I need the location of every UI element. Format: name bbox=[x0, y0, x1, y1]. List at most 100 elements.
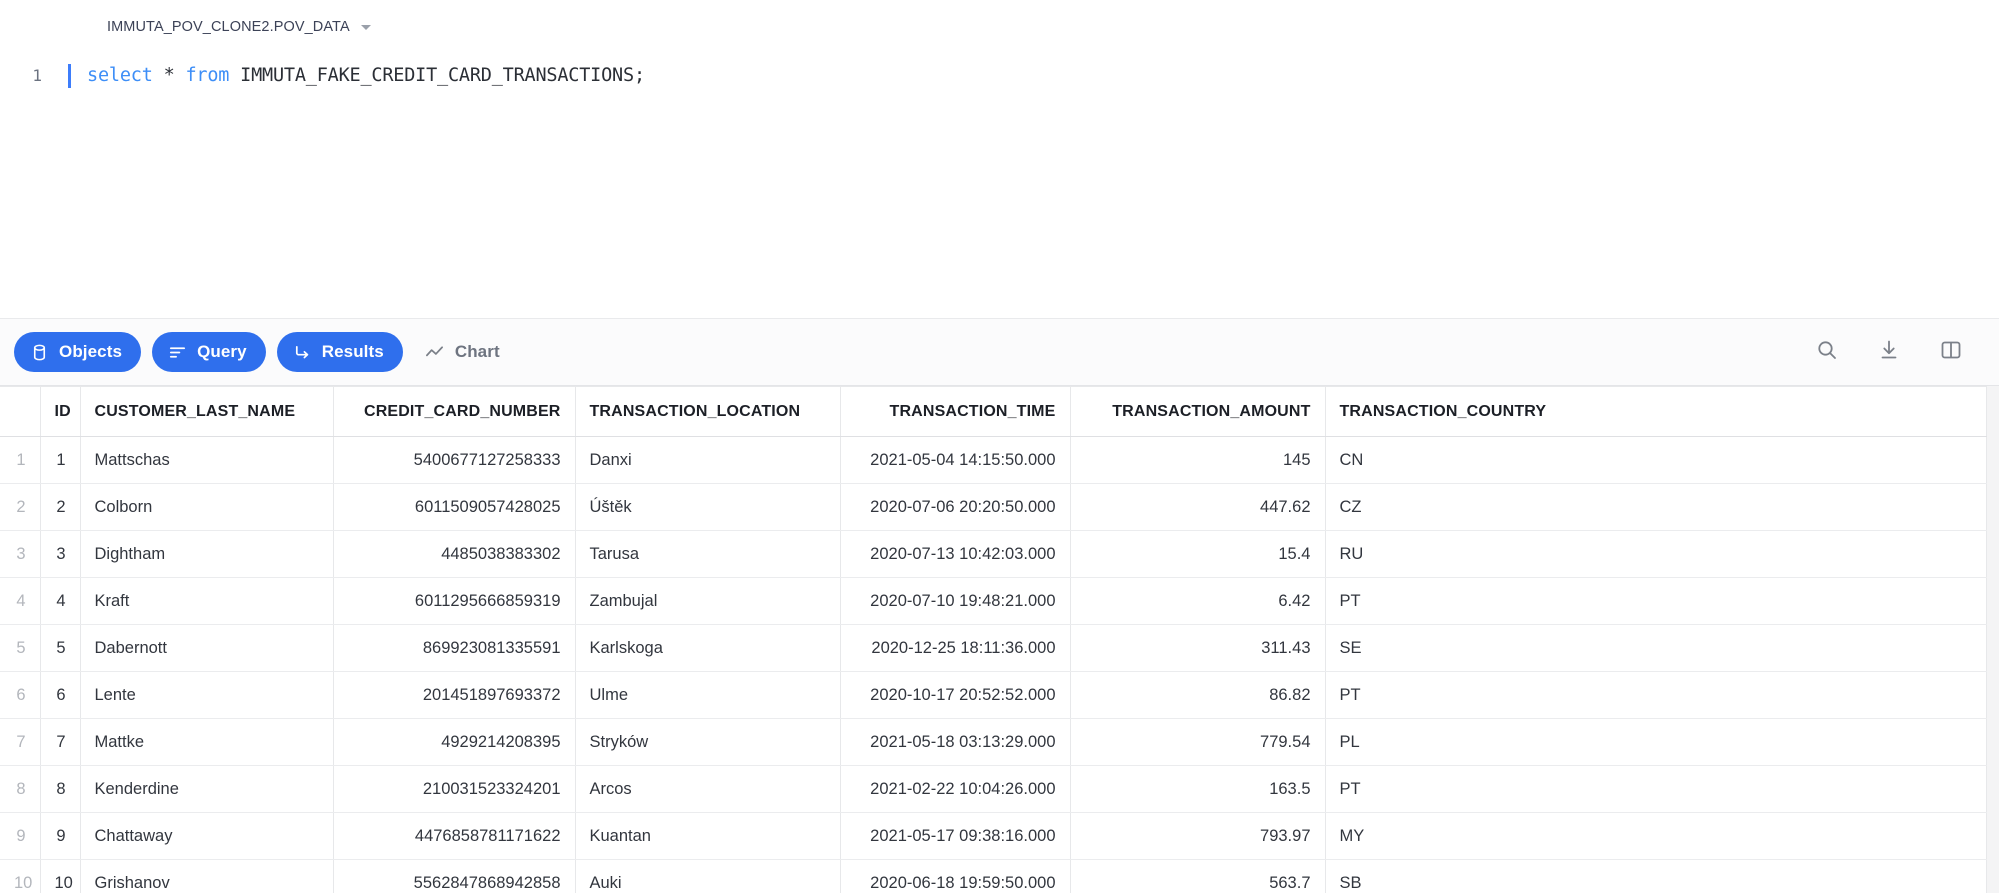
column-header-transaction-amount[interactable]: TRANSACTION_AMOUNT bbox=[1070, 386, 1326, 437]
cell-id[interactable]: 2 bbox=[40, 483, 81, 531]
cell-transaction-time[interactable]: 2021-05-17 09:38:16.000 bbox=[840, 812, 1071, 860]
cell-customer-last-name[interactable]: Dabernott bbox=[80, 624, 334, 672]
cell-transaction-location[interactable]: Karlskoga bbox=[575, 624, 841, 672]
cell-customer-last-name[interactable]: Kenderdine bbox=[80, 765, 334, 813]
cell-rownum[interactable]: 1 bbox=[0, 436, 41, 484]
cell-transaction-time[interactable]: 2021-02-22 10:04:26.000 bbox=[840, 765, 1071, 813]
column-header-transaction-location[interactable]: TRANSACTION_LOCATION bbox=[575, 386, 841, 437]
cell-transaction-country[interactable]: CN bbox=[1325, 436, 1987, 484]
split-panel-icon[interactable] bbox=[1939, 338, 1963, 367]
cell-transaction-amount[interactable]: 563.7 bbox=[1070, 859, 1326, 893]
cell-rownum[interactable]: 8 bbox=[0, 765, 41, 813]
cell-id[interactable]: 10 bbox=[40, 859, 81, 893]
table-row[interactable]: 6 6 Lente 201451897693372 Ulme 2020-10-17 20:… bbox=[0, 671, 1987, 719]
cell-transaction-time[interactable]: 2021-05-04 14:15:50.000 bbox=[840, 436, 1071, 484]
cell-customer-last-name[interactable]: Lente bbox=[80, 671, 334, 719]
column-header-transaction-time[interactable]: TRANSACTION_TIME bbox=[840, 386, 1071, 437]
column-header-rownum[interactable] bbox=[0, 386, 41, 437]
cell-transaction-amount[interactable]: 447.62 bbox=[1070, 483, 1326, 531]
cell-transaction-amount[interactable]: 793.97 bbox=[1070, 812, 1326, 860]
cell-transaction-location[interactable]: Auki bbox=[575, 859, 841, 893]
cell-transaction-amount[interactable]: 15.4 bbox=[1070, 530, 1326, 578]
cell-id[interactable]: 7 bbox=[40, 718, 81, 766]
cell-transaction-country[interactable]: SB bbox=[1325, 859, 1987, 893]
cell-transaction-location[interactable]: Arcos bbox=[575, 765, 841, 813]
cell-rownum[interactable]: 9 bbox=[0, 812, 41, 860]
cell-transaction-time[interactable]: 2020-06-18 19:59:50.000 bbox=[840, 859, 1071, 893]
cell-customer-last-name[interactable]: Grishanov bbox=[80, 859, 334, 893]
cell-rownum[interactable]: 6 bbox=[0, 671, 41, 719]
cell-transaction-location[interactable]: Zambujal bbox=[575, 577, 841, 625]
column-header-transaction-country[interactable]: TRANSACTION_COUNTRY bbox=[1325, 386, 1987, 437]
cell-transaction-country[interactable]: PT bbox=[1325, 671, 1987, 719]
cell-transaction-amount[interactable]: 86.82 bbox=[1070, 671, 1326, 719]
cell-transaction-location[interactable]: Úštěk bbox=[575, 483, 841, 531]
table-row[interactable]: 7 7 Mattke 4929214208395 Stryków 2021-05-18 0… bbox=[0, 718, 1987, 766]
results-table-container[interactable]: ID CUSTOMER_LAST_NAME CREDIT_CARD_NUMBER… bbox=[0, 386, 1999, 893]
cell-transaction-time[interactable]: 2020-12-25 18:11:36.000 bbox=[840, 624, 1071, 672]
chevron-down-icon[interactable] bbox=[360, 24, 371, 30]
code-line[interactable]: 1 select * from IMMUTA_FAKE_CREDIT_CARD_… bbox=[0, 61, 1999, 91]
cell-customer-last-name[interactable]: Mattschas bbox=[80, 436, 334, 484]
cell-transaction-country[interactable]: CZ bbox=[1325, 483, 1987, 531]
cell-rownum[interactable]: 2 bbox=[0, 483, 41, 531]
cell-transaction-location[interactable]: Tarusa bbox=[575, 530, 841, 578]
table-row[interactable]: 10 10 Grishanov 5562847868942858 Auki 2020-06… bbox=[0, 859, 1987, 893]
cell-transaction-amount[interactable]: 163.5 bbox=[1070, 765, 1326, 813]
table-row[interactable]: 1 1 Mattschas 5400677127258333 Danxi 2021-05-… bbox=[0, 436, 1987, 484]
tab-chart[interactable]: Chart bbox=[414, 332, 519, 372]
cell-rownum[interactable]: 3 bbox=[0, 530, 41, 578]
cell-customer-last-name[interactable]: Dightham bbox=[80, 530, 334, 578]
cell-credit-card-number[interactable]: 4485038383302 bbox=[333, 530, 576, 578]
table-row[interactable]: 3 3 Dightham 4485038383302 Tarusa 2020-07-13 … bbox=[0, 530, 1987, 578]
table-row[interactable]: 9 9 Chattaway 4476858781171622 Kuantan 2021-0… bbox=[0, 812, 1987, 860]
cell-transaction-amount[interactable]: 6.42 bbox=[1070, 577, 1326, 625]
cell-rownum[interactable]: 10 bbox=[0, 859, 41, 893]
cell-credit-card-number[interactable]: 201451897693372 bbox=[333, 671, 576, 719]
cell-transaction-amount[interactable]: 779.54 bbox=[1070, 718, 1326, 766]
table-row[interactable]: 5 5 Dabernott 869923081335591 Karlskoga 2020-… bbox=[0, 624, 1987, 672]
cell-transaction-time[interactable]: 2020-07-13 10:42:03.000 bbox=[840, 530, 1071, 578]
sql-editor-pane[interactable]: IMMUTA_POV_CLONE2.POV_DATA 1 select * fr… bbox=[0, 0, 1999, 318]
column-header-credit-card-number[interactable]: CREDIT_CARD_NUMBER bbox=[333, 386, 576, 437]
cell-credit-card-number[interactable]: 5562847868942858 bbox=[333, 859, 576, 893]
table-row[interactable]: 4 4 Kraft 6011295666859319 Zambujal 2020-07-1… bbox=[0, 577, 1987, 625]
cell-id[interactable]: 4 bbox=[40, 577, 81, 625]
cell-credit-card-number[interactable]: 6011295666859319 bbox=[333, 577, 576, 625]
cell-id[interactable]: 1 bbox=[40, 436, 81, 484]
cell-rownum[interactable]: 4 bbox=[0, 577, 41, 625]
cell-id[interactable]: 8 bbox=[40, 765, 81, 813]
cell-credit-card-number[interactable]: 5400677127258333 bbox=[333, 436, 576, 484]
tab-query[interactable]: Query bbox=[152, 332, 266, 372]
cell-transaction-country[interactable]: SE bbox=[1325, 624, 1987, 672]
cell-customer-last-name[interactable]: Mattke bbox=[80, 718, 334, 766]
table-row[interactable]: 8 8 Kenderdine 210031523324201 Arcos 2021-02-… bbox=[0, 765, 1987, 813]
cell-credit-card-number[interactable]: 4929214208395 bbox=[333, 718, 576, 766]
cell-rownum[interactable]: 5 bbox=[0, 624, 41, 672]
cell-id[interactable]: 5 bbox=[40, 624, 81, 672]
cell-credit-card-number[interactable]: 6011509057428025 bbox=[333, 483, 576, 531]
column-header-id[interactable]: ID bbox=[40, 386, 81, 437]
column-header-customer-last-name[interactable]: CUSTOMER_LAST_NAME bbox=[80, 386, 334, 437]
cell-transaction-time[interactable]: 2020-07-06 20:20:50.000 bbox=[840, 483, 1071, 531]
cell-transaction-location[interactable]: Ulme bbox=[575, 671, 841, 719]
cell-transaction-country[interactable]: MY bbox=[1325, 812, 1987, 860]
cell-credit-card-number[interactable]: 869923081335591 bbox=[333, 624, 576, 672]
cell-id[interactable]: 9 bbox=[40, 812, 81, 860]
search-icon[interactable] bbox=[1815, 338, 1839, 367]
cell-credit-card-number[interactable]: 210031523324201 bbox=[333, 765, 576, 813]
cell-transaction-country[interactable]: PT bbox=[1325, 765, 1987, 813]
schema-selector[interactable]: IMMUTA_POV_CLONE2.POV_DATA bbox=[0, 0, 1999, 40]
cell-transaction-location[interactable]: Kuantan bbox=[575, 812, 841, 860]
cell-transaction-amount[interactable]: 311.43 bbox=[1070, 624, 1326, 672]
cell-transaction-location[interactable]: Stryków bbox=[575, 718, 841, 766]
cell-customer-last-name[interactable]: Kraft bbox=[80, 577, 334, 625]
tab-results[interactable]: Results bbox=[276, 332, 403, 372]
table-row[interactable]: 2 2 Colborn 6011509057428025 Úštěk 2020-07-06… bbox=[0, 483, 1987, 531]
sql-statement[interactable]: select * from IMMUTA_FAKE_CREDIT_CARD_TR… bbox=[87, 61, 645, 91]
cell-transaction-time[interactable]: 2020-10-17 20:52:52.000 bbox=[840, 671, 1071, 719]
tab-objects[interactable]: Objects bbox=[14, 332, 142, 372]
cell-transaction-time[interactable]: 2020-07-10 19:48:21.000 bbox=[840, 577, 1071, 625]
download-icon[interactable] bbox=[1877, 338, 1901, 367]
cell-id[interactable]: 3 bbox=[40, 530, 81, 578]
